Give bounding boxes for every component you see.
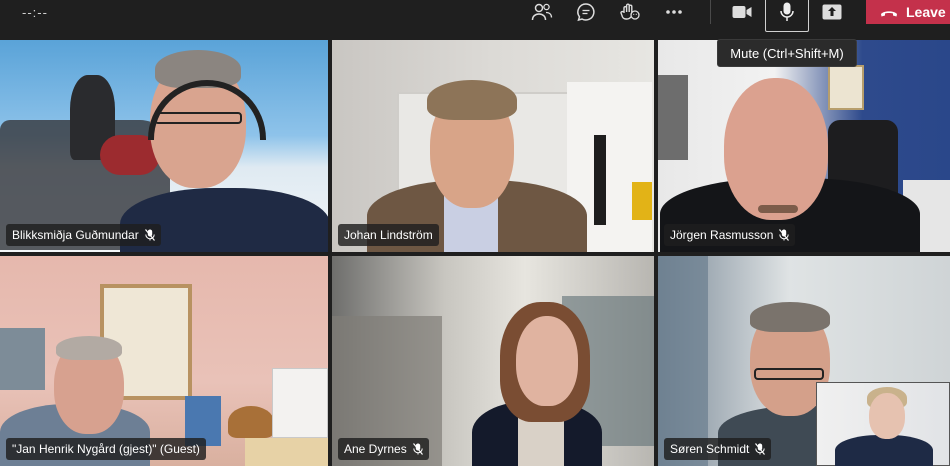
participant-name: Johan Lindström: [344, 228, 433, 242]
chat-icon: [576, 2, 596, 22]
poster-text-image: [594, 135, 606, 225]
mute-tooltip: Mute (Ctrl+Shift+M): [717, 39, 857, 67]
chat-button[interactable]: [572, 0, 600, 24]
participant-name-tag: Blikksmiðja Guðmundar: [6, 224, 161, 246]
person-hair: [56, 336, 122, 360]
mic-off-icon: [412, 443, 423, 455]
participant-name-tag: Ane Dyrnes: [338, 438, 429, 460]
reactions-icon: [619, 2, 641, 22]
microphone-icon: [780, 2, 794, 22]
mic-off-icon: [779, 229, 790, 241]
more-options-button[interactable]: [660, 0, 688, 24]
mustache-image: [758, 205, 798, 213]
participant-name: Søren Schmidt: [670, 442, 750, 456]
participant-name: Jörgen Rasmusson: [670, 228, 774, 242]
share-button[interactable]: [818, 0, 846, 24]
printer-image: [272, 368, 328, 438]
share-icon: [822, 4, 842, 20]
camera-icon: [732, 5, 752, 19]
reactions-button[interactable]: [616, 0, 644, 24]
phone-hangup-icon: [880, 4, 898, 20]
self-view-body: [835, 435, 933, 466]
participant-tile[interactable]: Ane Dyrnes: [332, 256, 654, 466]
glasses-image: [154, 112, 242, 124]
diploma-image: [828, 65, 864, 110]
self-view[interactable]: [816, 382, 950, 466]
leave-label: Leave: [906, 4, 946, 20]
blurred-window-image: [658, 256, 708, 466]
participant-tile[interactable]: Blikksmiðja Guðmundar: [0, 40, 328, 252]
mic-off-icon: [755, 443, 766, 455]
teapot-image: [228, 406, 274, 438]
participant-tile[interactable]: Søren Schmidt: [658, 256, 950, 466]
participant-name: Blikksmiðja Guðmundar: [12, 228, 139, 242]
toolbar-divider: [710, 0, 711, 24]
leave-button[interactable]: Leave: [866, 0, 950, 24]
person-hair: [750, 302, 830, 332]
call-timer: --:--: [22, 5, 48, 20]
desk-image: [245, 438, 328, 466]
person-head: [724, 78, 828, 220]
mic-off-icon: [144, 229, 155, 241]
people-icon: [531, 2, 553, 22]
participant-name-tag: Johan Lindström: [338, 224, 439, 246]
participant-tile[interactable]: Johan Lindström: [332, 40, 654, 252]
participant-name-tag: Jörgen Rasmusson: [664, 224, 796, 246]
participant-name: Ane Dyrnes: [344, 442, 407, 456]
participant-name-tag: Søren Schmidt: [664, 438, 772, 460]
picture-frame-image: [658, 75, 688, 160]
more-icon: [665, 9, 683, 15]
participant-name-tag: "Jan Henrik Nygård (gjest)" (Guest): [6, 438, 206, 460]
camera-button[interactable]: [728, 0, 756, 24]
poster-yellow-image: [632, 182, 652, 220]
microphone-button[interactable]: [773, 0, 801, 24]
calendar-image: [0, 328, 45, 390]
participant-tile[interactable]: "Jan Henrik Nygård (gjest)" (Guest): [0, 256, 328, 466]
participant-name: "Jan Henrik Nygård (gjest)" (Guest): [12, 442, 200, 456]
participant-tile[interactable]: Jörgen Rasmusson: [658, 40, 950, 252]
person-hair: [427, 80, 517, 120]
people-button[interactable]: [528, 0, 556, 24]
person-head: [516, 316, 578, 406]
self-view-head: [869, 393, 905, 439]
glasses-image: [754, 368, 824, 380]
call-toolbar: --:-- Leave: [0, 0, 950, 40]
